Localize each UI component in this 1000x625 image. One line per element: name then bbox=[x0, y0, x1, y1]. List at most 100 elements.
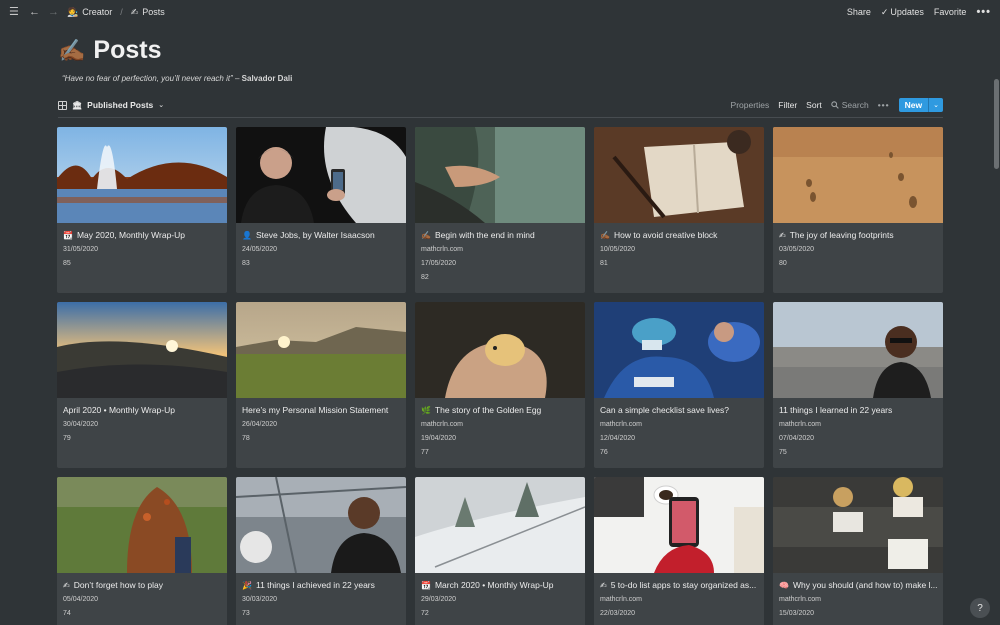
favorite-button[interactable]: Favorite bbox=[934, 7, 967, 17]
divider bbox=[58, 117, 943, 118]
card-number: 78 bbox=[242, 435, 250, 442]
help-button[interactable]: ? bbox=[970, 598, 990, 618]
card-date: 10/05/2020 bbox=[600, 246, 636, 253]
gallery-card[interactable]: 📆 May 2020, Monthly Wrap-Up 31/05/2020 85 bbox=[57, 127, 227, 293]
new-button[interactable]: New ⌄ bbox=[898, 98, 943, 112]
writing-hand-icon: ✍ bbox=[63, 580, 70, 590]
gallery-card[interactable]: ✍🏾 Begin with the end in mind mathcrln.co… bbox=[415, 127, 585, 293]
gallery-card[interactable]: ✍ Don’t forget how to play 05/04/2020 74 bbox=[57, 477, 227, 625]
menu-icon[interactable]: ☰ bbox=[9, 6, 20, 18]
card-date: 12/04/2020 bbox=[600, 435, 636, 442]
back-arrow-icon[interactable]: ← bbox=[29, 6, 40, 18]
card-cover-image bbox=[773, 477, 943, 573]
writing-hand-icon: ✍ bbox=[779, 230, 786, 240]
search-button[interactable]: Search bbox=[831, 100, 869, 110]
forward-arrow-icon[interactable]: → bbox=[48, 6, 59, 18]
gallery-card[interactable]: 🎉 11 things I achieved in 22 years 30/03/… bbox=[236, 477, 406, 625]
filter-button[interactable]: Filter bbox=[778, 100, 797, 110]
card-cover-image bbox=[594, 127, 764, 223]
card-date: 24/05/2020 bbox=[242, 246, 278, 253]
breadcrumb-workspace[interactable]: Creator bbox=[82, 7, 112, 17]
card-number: 81 bbox=[600, 260, 608, 267]
gallery-card[interactable]: ✍ 5 to-do list apps to stay organized as.… bbox=[594, 477, 764, 625]
card-number: 74 bbox=[63, 610, 71, 617]
card-title: ✍🏾 Begin with the end in mind bbox=[421, 229, 579, 241]
gallery-card[interactable]: 🌿 The story of the Golden Egg mathcrln.co… bbox=[415, 302, 585, 468]
gallery-card[interactable]: Can a simple checklist save lives? mathc… bbox=[594, 302, 764, 468]
calendar-icon: 📆 bbox=[421, 580, 431, 590]
card-title: ✍ The joy of leaving footprints bbox=[779, 229, 937, 241]
top-bar: ☰ ← → 🧑‍🎨 Creator / ✍ Posts Share ✓ Updat… bbox=[0, 0, 1000, 24]
card-title-text: The story of the Golden Egg bbox=[434, 405, 542, 415]
gallery-card[interactable]: Here’s my Personal Mission Statement 26/… bbox=[236, 302, 406, 468]
card-number: 76 bbox=[600, 449, 608, 456]
card-title-text: The joy of leaving footprints bbox=[789, 230, 894, 240]
card-website: mathcrln.com bbox=[779, 596, 822, 603]
card-title: 👤 Steve Jobs, by Walter Isaacson bbox=[242, 229, 400, 241]
card-title: 📆 March 2020 • Monthly Wrap-Up bbox=[421, 579, 579, 591]
search-label: Search bbox=[841, 100, 869, 110]
card-cover-image bbox=[236, 127, 406, 223]
properties-button[interactable]: Properties bbox=[731, 100, 770, 110]
quote-author: Salvador Dali bbox=[241, 74, 293, 83]
share-button[interactable]: Share bbox=[847, 7, 871, 17]
view-name: Published Posts bbox=[87, 100, 154, 110]
gallery-card[interactable]: 📆 March 2020 • Monthly Wrap-Up 29/03/2020… bbox=[415, 477, 585, 625]
brain-icon: 🧠 bbox=[779, 580, 789, 590]
gallery-card[interactable]: ✍ The joy of leaving footprints 03/05/202… bbox=[773, 127, 943, 293]
gallery-card[interactable]: 👤 Steve Jobs, by Walter Isaacson 24/05/20… bbox=[236, 127, 406, 293]
chevron-down-icon: ⌄ bbox=[158, 102, 165, 109]
card-number: 85 bbox=[63, 260, 71, 267]
breadcrumb-separator: / bbox=[120, 7, 123, 17]
card-title-text: How to avoid creative block bbox=[613, 230, 718, 240]
gallery-card[interactable]: April 2020 • Monthly Wrap-Up 30/04/2020 … bbox=[57, 302, 227, 468]
scrollbar-thumb[interactable] bbox=[994, 79, 999, 169]
card-cover-image bbox=[773, 302, 943, 398]
card-cover-image bbox=[415, 127, 585, 223]
card-date: 30/04/2020 bbox=[63, 421, 99, 428]
card-title: 🌿 The story of the Golden Egg bbox=[421, 404, 579, 416]
card-title-text: March 2020 • Monthly Wrap-Up bbox=[434, 580, 554, 590]
page-icon: ✍ bbox=[130, 6, 139, 17]
card-title-text: Steve Jobs, by Walter Isaacson bbox=[255, 230, 375, 240]
card-cover-image bbox=[236, 477, 406, 573]
updates-button[interactable]: ✓ Updates bbox=[881, 7, 924, 18]
gallery-card[interactable]: ✍🏾 How to avoid creative block 10/05/2020… bbox=[594, 127, 764, 293]
card-number: 80 bbox=[779, 260, 787, 267]
page-emoji-icon[interactable]: ✍🏾 bbox=[58, 38, 85, 64]
view-toolbar: 🏛 Published Posts ⌄ Properties Filter So… bbox=[58, 96, 943, 114]
card-number: 79 bbox=[63, 435, 71, 442]
search-icon bbox=[831, 101, 839, 109]
person-icon: 👤 bbox=[242, 230, 252, 240]
view-more-button[interactable]: ••• bbox=[878, 100, 890, 110]
card-title-text: Why you should (and how to) make l... bbox=[792, 580, 937, 590]
gallery-card[interactable]: 🧠 Why you should (and how to) make l... m… bbox=[773, 477, 943, 625]
workspace-icon: 🧑‍🎨 bbox=[67, 6, 79, 17]
card-cover-image bbox=[57, 477, 227, 573]
new-button-label[interactable]: New bbox=[899, 98, 928, 112]
card-title-text: Begin with the end in mind bbox=[434, 230, 535, 240]
gallery-card[interactable]: 11 things I learned in 22 years mathcrln… bbox=[773, 302, 943, 468]
card-title: 🧠 Why you should (and how to) make l... bbox=[779, 579, 937, 591]
card-date: 17/05/2020 bbox=[421, 260, 457, 267]
card-title: ✍ Don’t forget how to play bbox=[63, 579, 221, 591]
card-title-text: 5 to-do list apps to stay organized as..… bbox=[610, 580, 757, 590]
breadcrumb-page[interactable]: Posts bbox=[142, 7, 165, 17]
writing-hand-icon: ✍ bbox=[600, 580, 607, 590]
card-title: April 2020 • Monthly Wrap-Up bbox=[63, 404, 221, 416]
card-cover-image bbox=[415, 302, 585, 398]
card-date: 15/03/2020 bbox=[779, 610, 815, 617]
card-cover-image bbox=[236, 302, 406, 398]
page-title[interactable]: Posts bbox=[93, 36, 161, 65]
new-dropdown-chevron-icon[interactable]: ⌄ bbox=[928, 98, 943, 112]
card-website: mathcrln.com bbox=[421, 246, 464, 253]
view-selector[interactable]: 🏛 Published Posts ⌄ bbox=[58, 100, 164, 110]
view-emoji-icon: 🏛 bbox=[72, 100, 83, 110]
card-number: 83 bbox=[242, 260, 250, 267]
card-number: 73 bbox=[242, 610, 250, 617]
sort-button[interactable]: Sort bbox=[806, 100, 822, 110]
more-options-button[interactable]: ••• bbox=[976, 6, 991, 18]
card-title-text: Can a simple checklist save lives? bbox=[600, 405, 729, 415]
scrollbar[interactable] bbox=[992, 24, 1000, 625]
card-cover-image bbox=[57, 127, 227, 223]
